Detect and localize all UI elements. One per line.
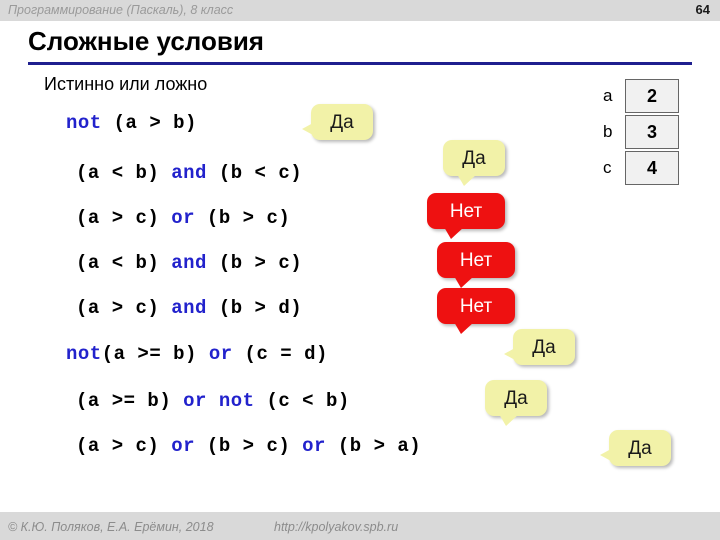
expression-token: (a < b) (76, 252, 172, 274)
callout-tail-icon (600, 448, 611, 461)
keyword-token: and (171, 252, 207, 274)
expression-token: (c = d) (232, 343, 328, 365)
expression-token: (b > a) (325, 435, 422, 457)
expression-token: (a >= b) (76, 390, 184, 412)
keyword-token: or (171, 435, 196, 457)
expression-line: (a < b) and (b > c) (76, 252, 302, 274)
variable-value-cell: 3 (625, 115, 679, 149)
keyword-token: or (302, 435, 326, 457)
callout-tail-icon (454, 276, 475, 288)
variable-row: c4 (603, 151, 679, 185)
keyword-token: or (208, 343, 233, 365)
footer-copyright: © К.Ю. Поляков, Е.А. Ерёмин, 2018 (8, 520, 214, 534)
callout-label: Да (330, 111, 354, 133)
callout-yes: Да (302, 104, 373, 140)
callout-tail-icon (456, 174, 477, 186)
variable-row: a2 (603, 79, 679, 113)
keyword-token: and (171, 162, 207, 184)
expression-token: (a > c) (76, 435, 172, 457)
expression-token: (a >= b) (101, 343, 209, 365)
callout-label: Да (504, 387, 528, 409)
callout-label: Да (532, 336, 556, 358)
callout-tail-icon (454, 322, 475, 334)
keyword-token: not (66, 112, 102, 134)
callout-tail-icon (504, 347, 515, 360)
expression-line: not (a > b) (66, 112, 197, 134)
variable-name: a (603, 86, 613, 105)
expression-token (207, 390, 219, 412)
callout-tail-icon (498, 414, 519, 426)
expression-line: not(a >= b) or (c = d) (66, 343, 328, 365)
keyword-token: or (183, 390, 207, 412)
title-divider (28, 62, 692, 65)
keyword-token: and (171, 297, 207, 319)
variable-name: c (603, 158, 612, 177)
callout-label: Нет (449, 200, 483, 222)
expression-line: (a > c) or (b > c) or (b > a) (76, 435, 421, 457)
variable-value-cell: 4 (625, 151, 679, 185)
variable-row: b3 (603, 115, 679, 149)
keyword-token: not (218, 390, 255, 412)
expression-line: (a > c) or (b > c) (76, 207, 290, 229)
expression-token: (a > b) (101, 112, 197, 134)
course-title: Программирование (Паскаль), 8 класс (8, 3, 234, 17)
callout-label: Да (462, 147, 486, 169)
variable-value-cell: 2 (625, 79, 679, 113)
callout-yes: Да (485, 380, 547, 426)
expression-token: (b > d) (206, 297, 303, 319)
callout-label: Нет (459, 249, 493, 271)
footer-url[interactable]: http://kpolyakov.spb.ru (274, 520, 398, 534)
expression-token: (a > c) (76, 297, 172, 319)
expression-token: (a < b) (76, 162, 172, 184)
expression-token: (b > c) (195, 207, 291, 229)
page-title: Сложные условия (28, 26, 264, 56)
callout-yes: Да (443, 140, 505, 186)
expression-line: (a < b) and (b < c) (76, 162, 302, 184)
expression-token: (c < b) (254, 390, 350, 412)
slide-number: 64 (695, 2, 710, 17)
callout-no: Нет (437, 242, 515, 288)
keyword-token: not (66, 343, 102, 365)
callout-label: Да (628, 437, 652, 459)
variable-name: b (603, 122, 613, 141)
expression-token: (b < c) (206, 162, 303, 184)
expression-line: (a > c) and (b > d) (76, 297, 302, 319)
keyword-token: or (171, 207, 196, 229)
callout-label: Нет (459, 295, 493, 317)
expression-token: (a > c) (76, 207, 172, 229)
slide: Программирование (Паскаль), 8 класс 64 С… (0, 0, 720, 540)
callout-yes: Да (600, 430, 671, 466)
expression-line: (a >= b) or not (c < b) (76, 390, 350, 412)
callout-yes: Да (504, 329, 575, 365)
expression-token: (b > c) (206, 252, 303, 274)
callout-no: Нет (437, 288, 515, 334)
expression-token: (b > c) (195, 435, 303, 457)
callout-tail-icon (444, 227, 465, 239)
callout-no: Нет (427, 193, 505, 239)
callout-tail-icon (302, 122, 313, 135)
subtitle: Истинно или ложно (44, 74, 208, 94)
